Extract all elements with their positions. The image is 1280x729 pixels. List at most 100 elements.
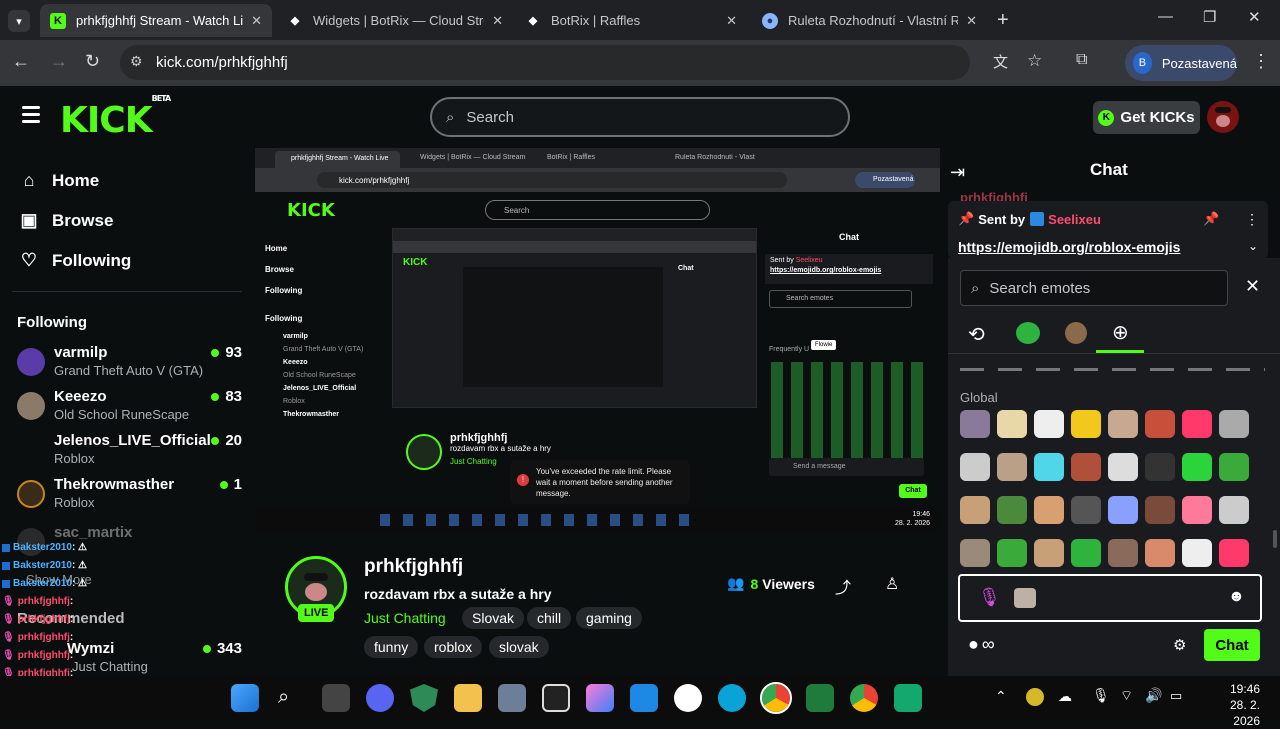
pinned-message[interactable]: 📌 Sent by Seelixeu 📌 ⋮ https://emojidb.o… [948, 201, 1268, 259]
chrome-icon[interactable] [760, 682, 792, 714]
nav-following[interactable]: ♡ Following [18, 250, 131, 271]
followed-channel[interactable]: Thekrowmasther Roblox 1 [17, 476, 242, 520]
discord-icon[interactable] [366, 684, 394, 712]
emote-tile[interactable] [1182, 410, 1212, 438]
emote-search-input[interactable]: ⌕ Search emotes [960, 270, 1228, 306]
tab-close-icon[interactable]: ✕ [492, 13, 503, 29]
emote-tile[interactable] [1182, 539, 1212, 567]
tab-kick-stream[interactable]: K prhkfjghhfj Stream - Watch Live ✕ [40, 4, 272, 37]
site-search-input[interactable]: ⌕ Search [430, 97, 850, 137]
taskbar-clock[interactable]: 19:46 28. 2. 2026 [1200, 681, 1260, 729]
tray-chevron-icon[interactable]: ⌃ [995, 688, 1007, 705]
emote-tile[interactable] [1145, 410, 1175, 438]
file-explorer-icon[interactable] [454, 684, 482, 712]
tag-chip[interactable]: Slovak [462, 607, 525, 629]
emote-tile[interactable] [1182, 496, 1212, 524]
emote-tile[interactable] [1219, 539, 1249, 567]
tab-botrix-widgets[interactable]: ◆ Widgets | BotRix — Cloud Stream ✕ [277, 4, 513, 37]
emote-tile[interactable] [1182, 453, 1212, 481]
tab-ruleta[interactable]: ● Ruleta Rozhodnutí - Vlastní Rul ✕ [752, 4, 987, 37]
reload-icon[interactable]: ↻ [85, 51, 100, 72]
tag-chip[interactable]: gaming [576, 607, 642, 629]
pinned-link[interactable]: https://emojidb.org/roblox-emojis [958, 239, 1180, 255]
share-icon[interactable]: ⤴ [835, 574, 851, 598]
channel-emotes-icon[interactable] [1016, 322, 1040, 344]
unpin-icon[interactable]: 📌 [1203, 211, 1219, 227]
address-bar[interactable]: ⚙ kick.com/prhkfjghhfj [120, 45, 970, 80]
site-info-icon[interactable]: ⚙ [130, 53, 143, 70]
channel-name[interactable]: prhkfjghhfj [364, 556, 463, 578]
emote-tile[interactable] [1108, 539, 1138, 567]
emote-tile[interactable] [997, 453, 1027, 481]
forward-icon[interactable]: → [50, 51, 68, 72]
get-kicks-button[interactable]: K Get KICKs [1093, 101, 1200, 134]
volume-icon[interactable]: 🔊 [1145, 687, 1162, 704]
collapse-chat-icon[interactable]: ⇥ [950, 162, 965, 183]
profile-button[interactable]: B Pozastavená [1125, 45, 1237, 81]
new-tab-icon[interactable]: + [997, 9, 1009, 32]
close-emote-picker-icon[interactable]: ✕ [1245, 276, 1260, 297]
emote-tile[interactable] [1108, 453, 1138, 481]
tab-botrix-raffles[interactable]: ◆ BotRix | Raffles ✕ [515, 4, 747, 37]
emote-scrollbar[interactable] [1273, 530, 1277, 548]
emote-tile[interactable] [1071, 410, 1101, 438]
send-chat-button[interactable]: Chat [1204, 629, 1260, 661]
tab-close-icon[interactable]: ✕ [251, 13, 262, 29]
close-window-icon[interactable]: ✕ [1248, 8, 1261, 26]
sheets-icon[interactable] [806, 684, 834, 712]
emote-tile[interactable] [1219, 496, 1249, 524]
emote-tile[interactable] [997, 496, 1027, 524]
copilot-icon[interactable] [586, 684, 614, 712]
store-icon[interactable] [630, 684, 658, 712]
emote-tile[interactable] [960, 496, 990, 524]
chrome-profile-icon[interactable] [850, 684, 878, 712]
subscriber-emotes-icon[interactable] [1065, 322, 1087, 344]
cloud-icon[interactable]: ☁ [1058, 688, 1072, 705]
tray-app-icon[interactable] [1026, 688, 1044, 706]
emote-tile[interactable] [1145, 539, 1175, 567]
nav-browse[interactable]: ▣ Browse [18, 210, 113, 231]
global-emotes-icon[interactable]: ⊕ [1112, 320, 1129, 345]
emote-tile[interactable] [997, 539, 1027, 567]
hamburger-menu-icon[interactable] [22, 106, 40, 123]
tab-close-icon[interactable]: ✕ [726, 13, 737, 29]
tag-chip[interactable]: slovak [489, 636, 549, 658]
taskbar-search-icon[interactable]: ⌕ [278, 686, 289, 709]
points-widget[interactable]: ● ∞ [968, 634, 995, 655]
recent-emotes-icon[interactable]: ⟲ [968, 322, 985, 347]
emote-tile[interactable] [1145, 496, 1175, 524]
restore-icon[interactable]: ❐ [1203, 8, 1216, 26]
tab-search-button[interactable]: ▾ [8, 10, 30, 32]
emote-tile[interactable] [1219, 410, 1249, 438]
category-link[interactable]: Just Chatting [364, 610, 446, 626]
emote-tile[interactable] [1219, 453, 1249, 481]
tab-close-icon[interactable]: ✕ [966, 13, 977, 29]
tag-chip[interactable]: chill [527, 607, 572, 629]
emote-tile[interactable] [997, 410, 1027, 438]
wifi-icon[interactable]: ⌔ [1120, 687, 1133, 705]
emote-tile[interactable] [1145, 453, 1175, 481]
emote-tile[interactable] [1108, 496, 1138, 524]
followed-channel[interactable]: varmilp Grand Theft Auto V (GTA) 93 [17, 344, 242, 388]
followed-channel[interactable]: Keeezo Old School RuneScape 83 [17, 388, 242, 432]
chat-settings-icon[interactable]: ⚙ [1173, 636, 1186, 654]
tag-chip[interactable]: funny [364, 636, 419, 658]
kick-logo[interactable]: KICKBETA [60, 94, 171, 141]
chat-message-input[interactable]: 🎙 ☻ [958, 574, 1262, 622]
emoji-picker-icon[interactable]: ☻ [1228, 588, 1245, 606]
emote-tile[interactable] [1071, 496, 1101, 524]
capcut-icon[interactable] [542, 684, 570, 712]
task-view-icon[interactable] [322, 684, 350, 712]
emote-tile[interactable] [1034, 496, 1064, 524]
emote-tile[interactable] [1108, 410, 1138, 438]
edge-icon[interactable] [718, 684, 746, 712]
minimize-icon[interactable]: — [1158, 8, 1173, 25]
battery-icon[interactable]: ▭ [1170, 688, 1182, 704]
microphone-icon[interactable]: 🎙 [978, 587, 1001, 608]
user-avatar[interactable] [1207, 101, 1239, 133]
windows-start-icon[interactable] [231, 684, 259, 712]
shield-icon[interactable] [410, 684, 438, 712]
emote-tile[interactable] [960, 453, 990, 481]
app-icon[interactable] [674, 684, 702, 712]
emote-tile[interactable] [960, 539, 990, 567]
